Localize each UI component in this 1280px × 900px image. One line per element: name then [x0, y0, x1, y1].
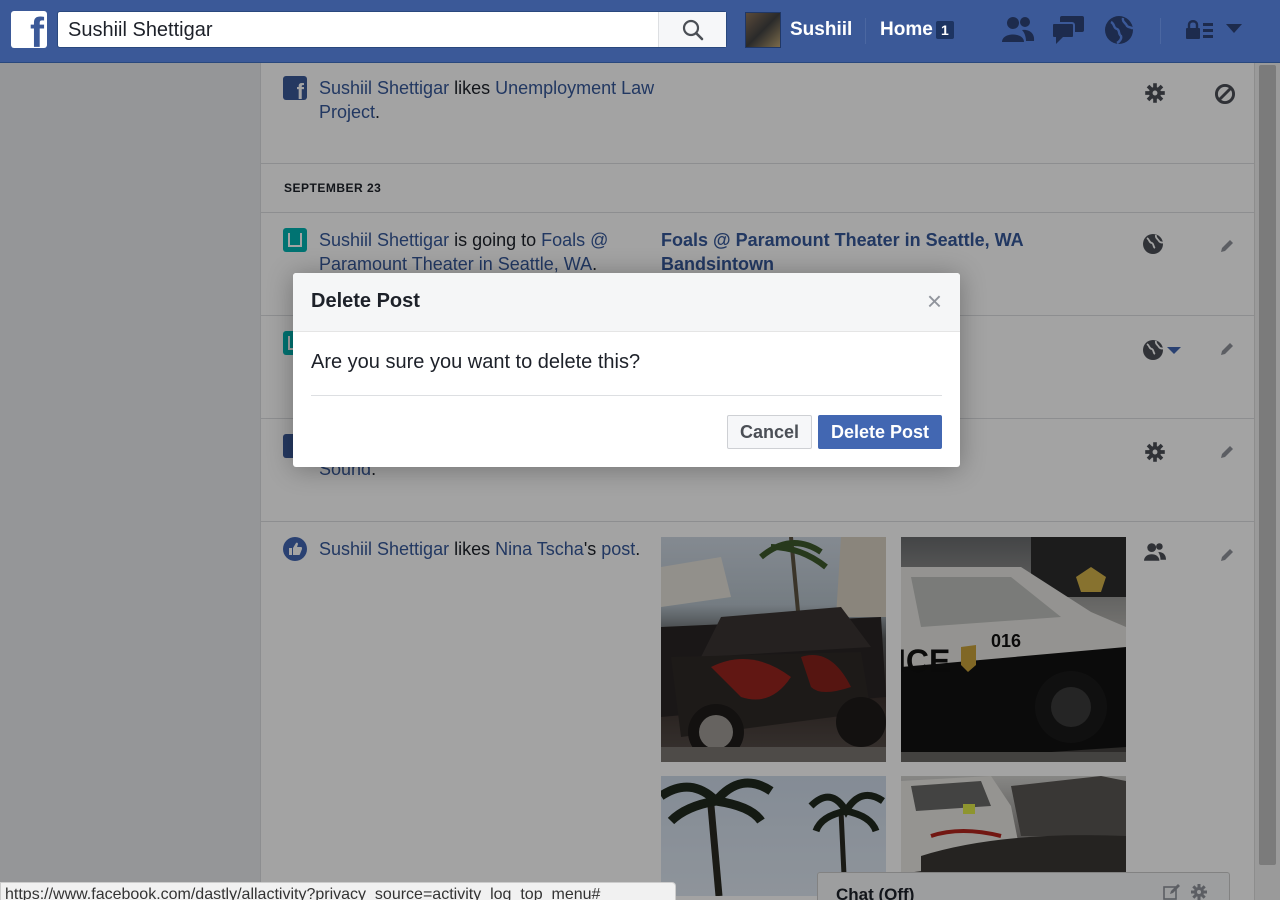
search-button[interactable] [658, 12, 726, 47]
dialog-divider [311, 395, 942, 396]
modal-backdrop[interactable] [0, 63, 1280, 900]
home-link[interactable]: Home [880, 19, 933, 41]
privacy-shortcuts-lock-icon[interactable] [1185, 18, 1215, 42]
messages-icon[interactable] [1050, 14, 1086, 46]
avatar[interactable] [745, 12, 781, 48]
home-notification-badge: 1 [936, 21, 954, 39]
dialog-header: Delete Post × [293, 273, 960, 332]
delete-post-dialog: Delete Post × Are you sure you want to d… [293, 273, 960, 467]
nav-divider [865, 18, 866, 44]
search-input[interactable]: Sushiil Shettigar [68, 19, 213, 42]
profile-link[interactable]: Sushiil [790, 19, 852, 41]
notifications-globe-icon[interactable] [1103, 14, 1135, 46]
top-navigation-bar: f Sushiil Shettigar Sushiil Home 1 [0, 0, 1280, 63]
account-menu-caret-icon[interactable] [1226, 24, 1242, 33]
close-icon[interactable]: × [927, 288, 942, 314]
dialog-title: Delete Post [311, 290, 420, 312]
cancel-button[interactable]: Cancel [727, 415, 812, 449]
search-icon [682, 19, 704, 41]
friend-requests-icon[interactable] [1000, 14, 1036, 46]
dialog-message: Are you sure you want to delete this? [311, 351, 641, 373]
search-box[interactable]: Sushiil Shettigar [57, 11, 727, 48]
delete-post-button[interactable]: Delete Post [818, 415, 942, 449]
facebook-logo-icon[interactable]: f [11, 11, 47, 54]
nav-divider [1160, 18, 1161, 44]
browser-status-url: https://www.facebook.com/dastly/allactiv… [0, 882, 676, 900]
